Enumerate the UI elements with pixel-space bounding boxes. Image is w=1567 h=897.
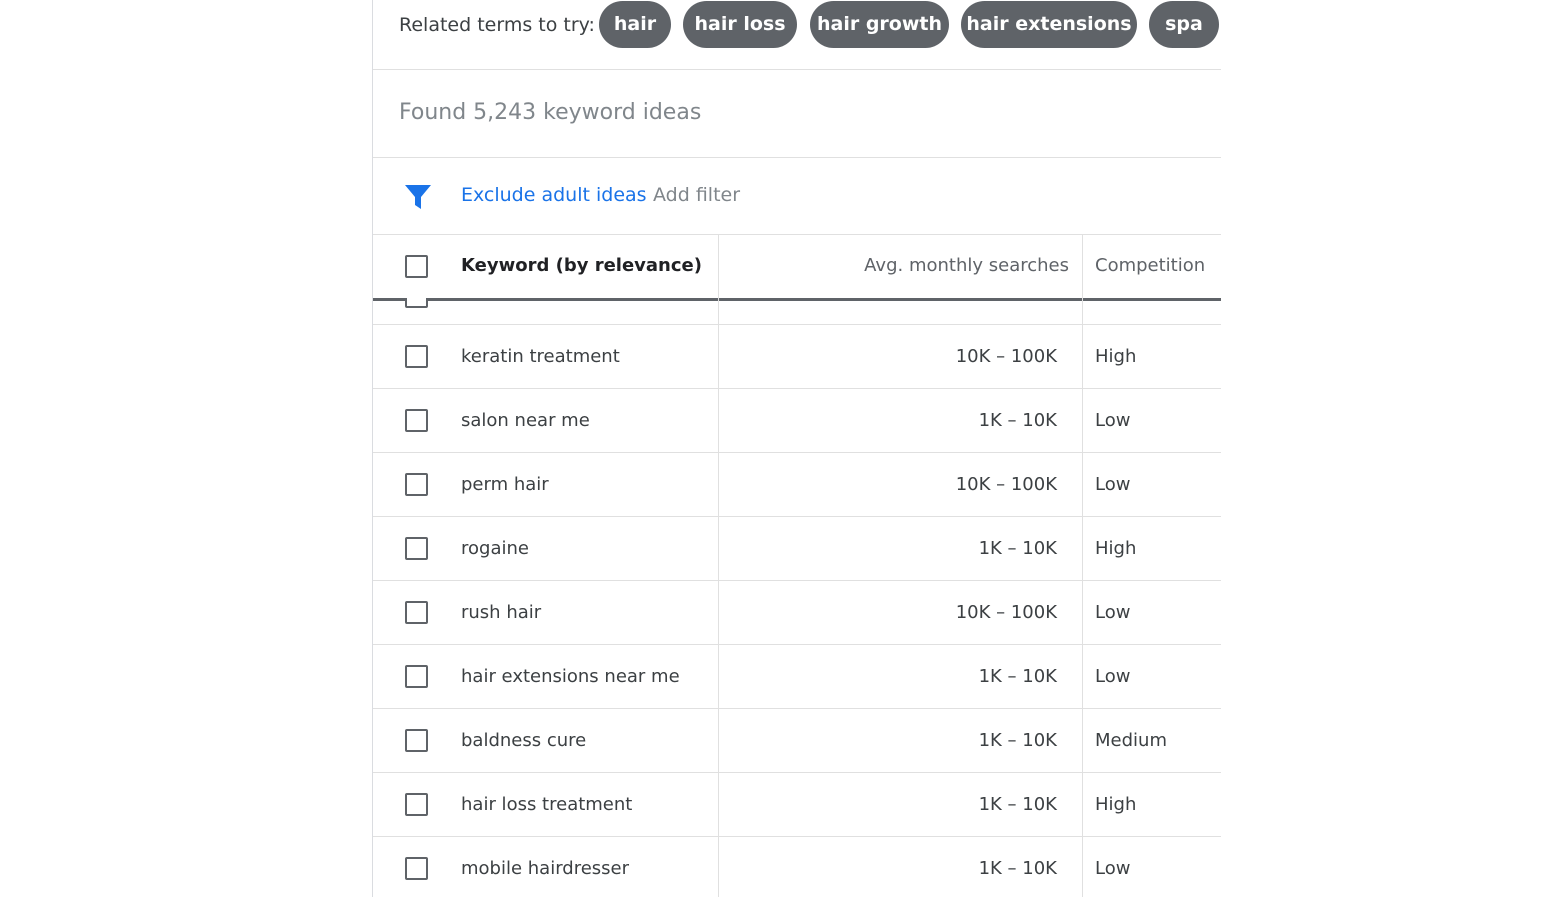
exclude-adult-ideas-filter[interactable]: Exclude adult ideas (461, 184, 647, 206)
related-chip-spa[interactable]: spa (1149, 1, 1219, 48)
avg-searches-column-header[interactable]: Avg. monthly searches (864, 255, 1069, 276)
competition-cell: High (1095, 538, 1137, 559)
competition-cell: Low (1095, 666, 1131, 687)
keyword-cell: salon near me (461, 410, 590, 431)
avg-searches-cell: 1K – 10K (978, 410, 1057, 431)
table-row[interactable]: hair extensions near me 1K – 10K Low (373, 645, 1221, 709)
competition-cell: Medium (1095, 730, 1167, 751)
related-terms-label: Related terms to try: (399, 14, 595, 36)
row-checkbox[interactable] (405, 473, 428, 496)
avg-searches-cell: 1K – 10K (978, 730, 1057, 751)
related-chip-hair[interactable]: hair (599, 1, 671, 48)
keyword-cell: perm hair (461, 474, 549, 495)
partial-table-row (373, 298, 1221, 325)
competition-cell: High (1095, 346, 1137, 367)
table-row[interactable]: perm hair 10K – 100K Low (373, 453, 1221, 517)
select-all-checkbox[interactable] (405, 255, 428, 278)
keyword-cell: mobile hairdresser (461, 858, 630, 879)
column-divider (1082, 235, 1083, 897)
add-filter-button[interactable]: Add filter (653, 184, 740, 206)
column-divider (718, 235, 719, 897)
competition-column-header[interactable]: Competition (1095, 255, 1205, 276)
table-row[interactable]: salon near me 1K – 10K Low (373, 389, 1221, 453)
avg-searches-cell: 1K – 10K (978, 538, 1057, 559)
table-row[interactable]: rogaine 1K – 10K High (373, 517, 1221, 581)
table-row[interactable]: mobile hairdresser 1K – 10K Low (373, 837, 1221, 897)
competition-cell: High (1095, 794, 1137, 815)
keyword-cell: hair extensions near me (461, 666, 680, 687)
competition-cell: Low (1095, 858, 1131, 879)
keyword-cell: hair loss treatment (461, 794, 633, 815)
competition-cell: Low (1095, 602, 1131, 623)
row-checkbox[interactable] (405, 665, 428, 688)
row-checkbox[interactable] (405, 601, 428, 624)
found-count-bar: Found 5,243 keyword ideas (373, 70, 1221, 158)
row-checkbox[interactable] (405, 857, 428, 880)
row-checkbox[interactable] (405, 729, 428, 752)
row-checkbox[interactable] (405, 298, 428, 308)
keyword-column-header[interactable]: Keyword (by relevance) (461, 255, 702, 276)
row-checkbox[interactable] (405, 409, 428, 432)
table-row[interactable]: keratin treatment 10K – 100K High (373, 325, 1221, 389)
table-row[interactable]: rush hair 10K – 100K Low (373, 581, 1221, 645)
row-checkbox[interactable] (405, 537, 428, 560)
row-checkbox[interactable] (405, 345, 428, 368)
competition-cell: Low (1095, 410, 1131, 431)
avg-searches-cell: 1K – 10K (978, 794, 1057, 815)
table-row[interactable]: baldness cure 1K – 10K Medium (373, 709, 1221, 773)
row-checkbox[interactable] (405, 793, 428, 816)
table-row[interactable]: hair loss treatment 1K – 10K High (373, 773, 1221, 837)
table-header: Keyword (by relevance) Avg. monthly sear… (373, 235, 1221, 301)
competition-cell: Low (1095, 474, 1131, 495)
keyword-cell: baldness cure (461, 730, 587, 751)
avg-searches-cell: 1K – 10K (978, 858, 1057, 879)
avg-searches-cell: 10K – 100K (955, 474, 1057, 495)
avg-searches-cell: 10K – 100K (955, 346, 1057, 367)
avg-searches-cell: 10K – 100K (955, 602, 1057, 623)
related-chip-hair-loss[interactable]: hair loss (683, 1, 797, 48)
avg-searches-cell: 1K – 10K (978, 666, 1057, 687)
filter-bar: Exclude adult ideas Add filter (373, 158, 1221, 235)
related-chip-hair-extensions[interactable]: hair extensions (961, 1, 1137, 48)
found-count-text: Found 5,243 keyword ideas (399, 100, 702, 125)
related-terms-bar: Related terms to try: hair hair loss hai… (373, 0, 1221, 70)
filter-icon[interactable] (404, 184, 432, 210)
keyword-cell: keratin treatment (461, 346, 620, 367)
related-chip-hair-growth[interactable]: hair growth (810, 1, 949, 48)
keyword-ideas-panel: Related terms to try: hair hair loss hai… (372, 0, 1221, 897)
keyword-cell: rogaine (461, 538, 529, 559)
keyword-cell: rush hair (461, 602, 542, 623)
